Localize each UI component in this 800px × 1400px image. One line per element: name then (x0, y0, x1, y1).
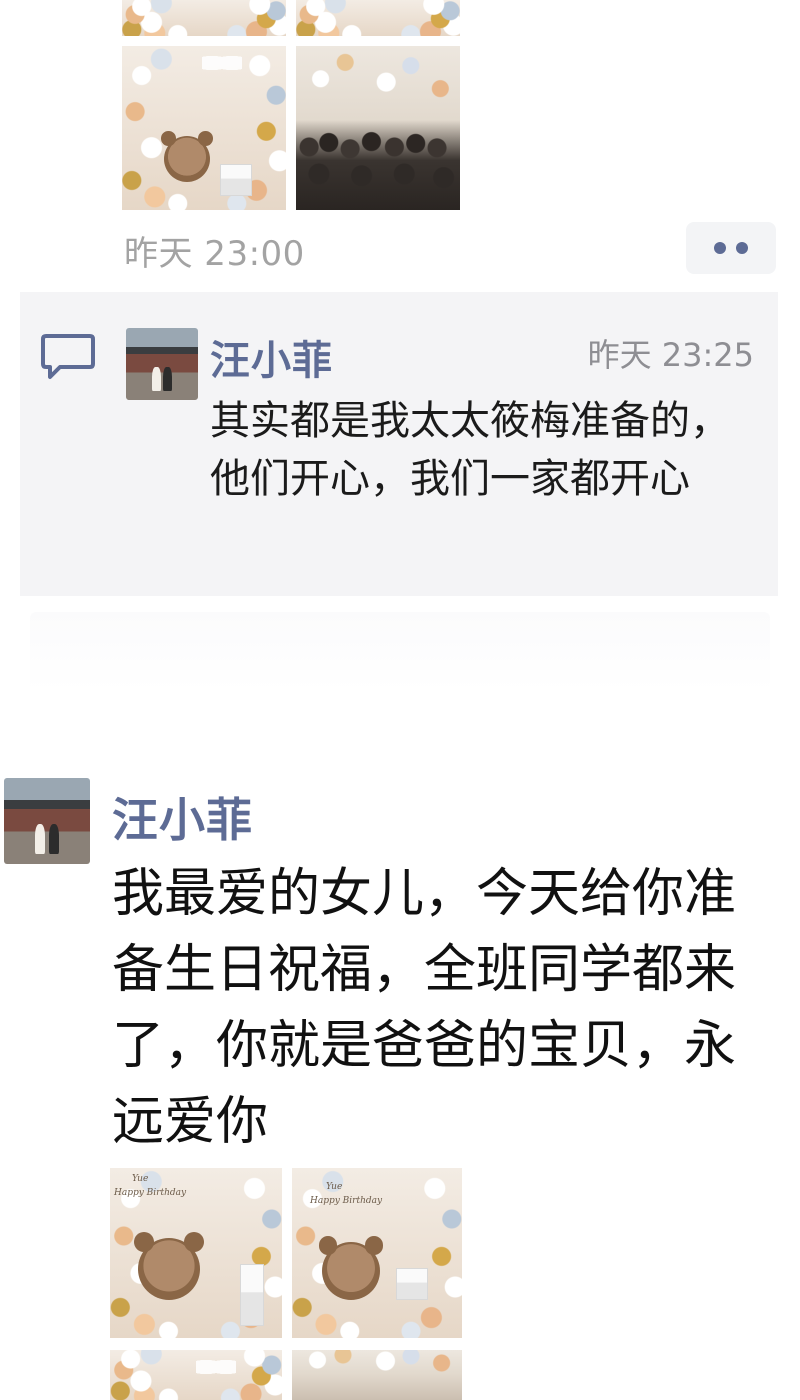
comment-time: 昨天 23:25 (587, 336, 754, 374)
birthday-cake (220, 164, 252, 196)
more-options-button[interactable] (686, 222, 776, 274)
avatar-roof (4, 800, 90, 809)
photo-caption-greeting: Happy Birthday (310, 1196, 383, 1206)
comment-panel: 汪小菲 昨天 23:25 其实都是我太太筱梅准备的，他们开心，我们一家都开心 (20, 292, 778, 596)
avatar-person (151, 366, 161, 392)
birthday-cake (240, 1264, 264, 1326)
previous-post-photo-4[interactable] (296, 46, 460, 210)
previous-post-photo-2[interactable] (296, 0, 460, 36)
post-author-name[interactable]: 汪小菲 (112, 784, 253, 850)
avatar-person (48, 824, 60, 854)
teddy-bear (134, 1231, 204, 1300)
bow-decoration (202, 52, 242, 74)
avatar-person (163, 366, 173, 392)
post-text: 我最爱的女儿，今天给你准备生日祝福，全班同学都来了，你就是爸爸的宝贝，永远爱你 (112, 864, 737, 1152)
photo-caption-greeting: Happy Birthday (114, 1188, 187, 1198)
avatar-roof (126, 346, 198, 354)
class-group (296, 119, 460, 210)
post-photo-4[interactable] (292, 1350, 462, 1400)
photo-caption-name: Yue (326, 1182, 343, 1192)
commenter-avatar[interactable] (126, 328, 198, 400)
comment-text: 其实都是我太太筱梅准备的，他们开心，我们一家都开心 (210, 398, 730, 502)
more-dots-icon (714, 242, 726, 254)
birthday-cake (396, 1268, 428, 1300)
faint-divider (30, 612, 770, 692)
party-room (292, 1350, 462, 1400)
more-dots-icon (736, 242, 748, 254)
balloon-decoration (122, 0, 286, 36)
bow-decoration (196, 1356, 236, 1378)
post-timestamp: 昨天 23:00 (124, 234, 305, 274)
comment-icon (41, 334, 95, 379)
teddy-bear (318, 1236, 384, 1300)
photo-caption-name: Yue (132, 1174, 149, 1184)
teddy-bear (161, 131, 213, 182)
post-photo-2[interactable]: Yue Happy Birthday (292, 1168, 462, 1338)
previous-post-photo-3[interactable] (122, 46, 286, 210)
balloon-decoration (296, 0, 460, 36)
commenter-name[interactable]: 汪小菲 (210, 328, 333, 386)
avatar-person (34, 824, 46, 854)
post-author-avatar[interactable] (4, 778, 90, 864)
post-photo-1[interactable]: Yue Happy Birthday (110, 1168, 282, 1338)
previous-post-photo-1[interactable] (122, 0, 286, 36)
post-photo-3[interactable] (110, 1350, 282, 1400)
